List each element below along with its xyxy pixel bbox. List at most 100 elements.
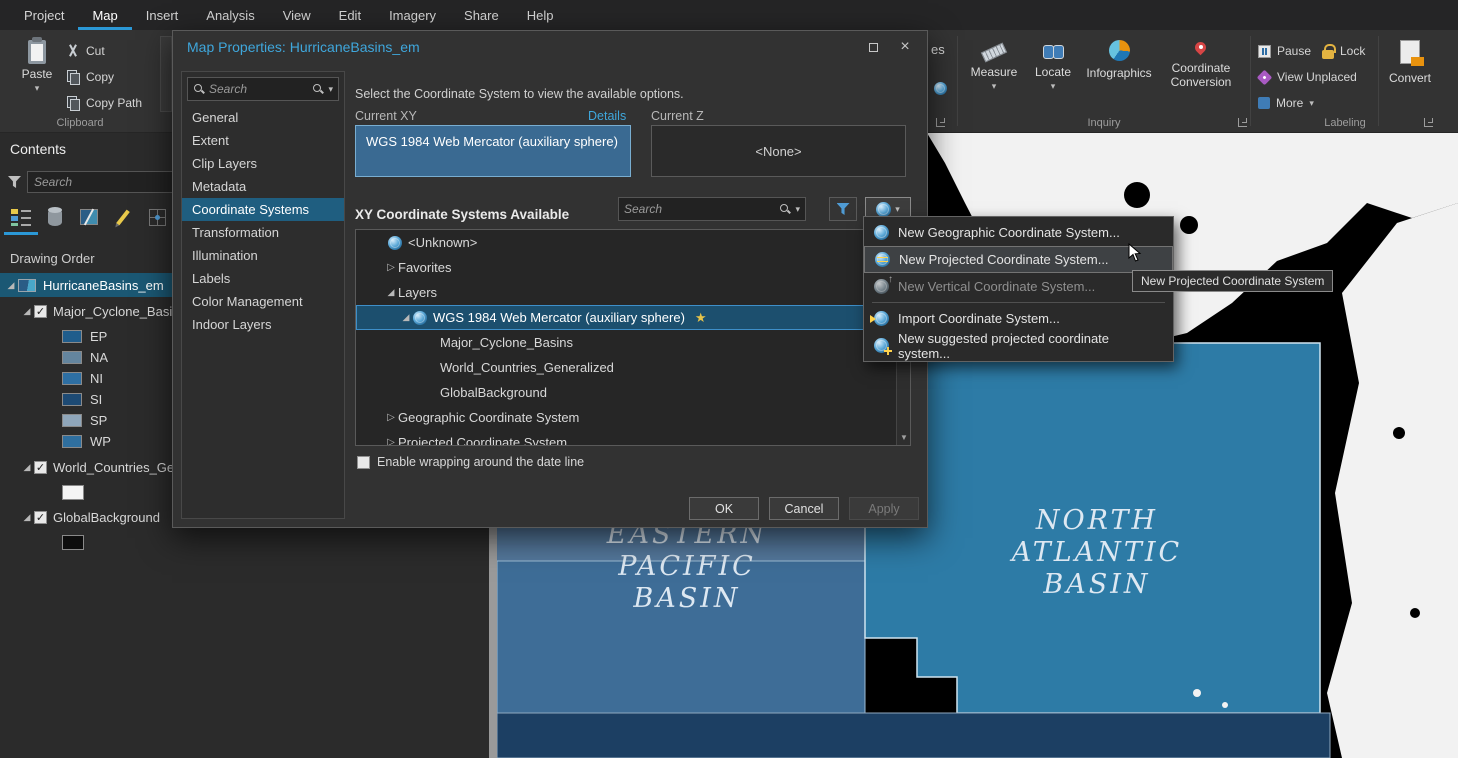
legend-swatch[interactable] [62, 392, 82, 406]
inquiry-launcher-icon[interactable] [1238, 118, 1247, 127]
menu-insert[interactable]: Insert [132, 0, 193, 30]
expanded-arrow-icon[interactable]: ◢ [20, 462, 34, 473]
view-unplaced-button[interactable]: View Unplaced [1256, 66, 1357, 88]
tab-list-by-data-source[interactable] [38, 199, 72, 235]
layer-checkbox[interactable]: ✓ [34, 460, 47, 474]
tree-item-geographic-cs[interactable]: ▷ Geographic Coordinate System [356, 405, 910, 430]
close-button[interactable]: × [891, 37, 919, 57]
collapsed-arrow-icon[interactable]: ▷ [384, 437, 398, 445]
maximize-button[interactable] [859, 37, 887, 57]
tree-item-major-cyclone-basins[interactable]: Major_Cyclone_Basins [356, 330, 910, 355]
infographics-button[interactable]: Infographics [1084, 36, 1154, 80]
legend-swatch[interactable] [62, 329, 82, 343]
locate-button[interactable]: Locate ▾ [1028, 36, 1078, 91]
tree-search-input[interactable] [624, 199, 776, 219]
tab-list-by-snapping[interactable] [140, 199, 174, 235]
pause-button[interactable]: Pause [1258, 40, 1311, 62]
tree-item-favorites[interactable]: ▷ Favorites [356, 255, 910, 280]
legend-item[interactable] [0, 530, 489, 554]
legend-swatch[interactable] [62, 413, 82, 427]
menu-new-geographic-cs[interactable]: New Geographic Coordinate System... [864, 219, 1173, 246]
collapsed-arrow-icon[interactable]: ▷ [384, 412, 398, 423]
expanded-arrow-icon[interactable]: ◢ [4, 280, 18, 291]
expanded-arrow-icon[interactable]: ◢ [384, 287, 398, 298]
nav-coordinate-systems[interactable]: Coordinate Systems [182, 198, 344, 221]
menu-share[interactable]: Share [450, 0, 513, 30]
nav-illumination[interactable]: Illumination [182, 244, 344, 267]
tree-item-global-background[interactable]: GlobalBackground [356, 380, 910, 405]
convert-button[interactable]: Convert [1385, 36, 1435, 85]
copy-button[interactable]: Copy [66, 66, 114, 88]
menu-map[interactable]: Map [78, 0, 131, 30]
tree-item-wgs-web-mercator[interactable]: ◢ WGS 1984 Web Mercator (auxiliary spher… [356, 305, 894, 330]
legend-swatch[interactable] [62, 350, 82, 364]
labeling-launcher-icon[interactable] [1424, 118, 1433, 127]
legend-swatch[interactable] [62, 434, 82, 448]
tree-item-world-countries[interactable]: World_Countries_Generalized [356, 355, 910, 380]
menu-view[interactable]: View [269, 0, 325, 30]
current-z-value[interactable]: <None> [651, 125, 906, 177]
tree-item-layers[interactable]: ◢ Layers [356, 280, 910, 305]
tab-list-by-drawing-order[interactable] [4, 199, 38, 235]
collapsed-arrow-icon[interactable]: ▷ [384, 262, 398, 273]
current-z-label: Current Z [651, 109, 704, 123]
menu-project[interactable]: Project [10, 0, 78, 30]
legend-swatch[interactable] [62, 371, 82, 385]
layer-checkbox[interactable]: ✓ [34, 304, 47, 318]
ok-button[interactable]: OK [689, 497, 759, 520]
tree-search[interactable]: ▾ [618, 197, 806, 221]
sidebar-search-input[interactable] [209, 79, 309, 99]
menu-new-suggested-cs[interactable]: New suggested projected coordinate syste… [864, 331, 1173, 361]
tab-list-by-editing[interactable] [106, 199, 140, 235]
vertical-globe-icon [874, 274, 893, 294]
measure-button[interactable]: Measure ▾ [964, 36, 1024, 91]
menu-analysis[interactable]: Analysis [192, 0, 268, 30]
nav-clip-layers[interactable]: Clip Layers [182, 152, 344, 175]
menu-new-vertical-cs[interactable]: New Vertical Coordinate System... [864, 273, 1173, 300]
expanded-arrow-icon[interactable]: ◢ [20, 306, 34, 317]
apply-button[interactable]: Apply [849, 497, 919, 520]
wrap-dateline-row: Enable wrapping around the date line [357, 455, 584, 469]
wrap-dateline-checkbox[interactable] [357, 455, 370, 469]
sidebar-search[interactable]: ▾ [187, 77, 339, 101]
nav-transformation[interactable]: Transformation [182, 221, 344, 244]
copy-path-button[interactable]: Copy Path [66, 92, 142, 114]
tree-item-unknown[interactable]: <Unknown> [356, 230, 910, 255]
filter-button[interactable] [829, 197, 857, 221]
tree-item-projected-cs[interactable]: ▷ Projected Coordinate System [356, 430, 910, 445]
lock-button[interactable]: Lock [1322, 40, 1365, 62]
nav-color-management[interactable]: Color Management [182, 290, 344, 313]
selection-icon [80, 209, 98, 225]
globe-icon [388, 235, 402, 250]
menu-new-projected-cs[interactable]: New Projected Coordinate System... [864, 246, 1173, 273]
expanded-arrow-icon[interactable]: ◢ [399, 312, 413, 323]
data-source-icon [48, 206, 62, 226]
scroll-down-icon[interactable]: ▼ [897, 431, 910, 445]
expanded-arrow-icon[interactable]: ◢ [20, 512, 34, 523]
menu-imagery[interactable]: Imagery [375, 0, 450, 30]
nav-general[interactable]: General [182, 106, 344, 129]
contents-panel-title: Contents [10, 141, 67, 157]
search-icon [193, 83, 205, 95]
legend-swatch[interactable] [62, 484, 84, 500]
group-launcher-icon[interactable] [936, 118, 945, 127]
more-button[interactable]: More ▾ [1258, 92, 1314, 114]
layer-checkbox[interactable]: ✓ [34, 510, 47, 524]
current-xy-value[interactable]: WGS 1984 Web Mercator (auxiliary sphere) [355, 125, 631, 177]
paste-button[interactable]: Paste ▾ [14, 36, 60, 93]
nav-labels[interactable]: Labels [182, 267, 344, 290]
menu-help[interactable]: Help [513, 0, 568, 30]
nav-metadata[interactable]: Metadata [182, 175, 344, 198]
favorite-star-icon[interactable]: ★ [695, 310, 707, 326]
coordinate-conversion-button[interactable]: Coordinate Conversion [1160, 36, 1242, 90]
nav-extent[interactable]: Extent [182, 129, 344, 152]
menu-import-cs[interactable]: Import Coordinate System... [864, 305, 1173, 332]
cut-button[interactable]: Cut [66, 40, 105, 62]
details-link[interactable]: Details [588, 109, 626, 123]
legend-swatch[interactable] [62, 534, 84, 550]
filter-icon[interactable] [8, 176, 21, 188]
cancel-button[interactable]: Cancel [769, 497, 839, 520]
nav-indoor-layers[interactable]: Indoor Layers [182, 313, 344, 336]
tab-list-by-selection[interactable] [72, 199, 106, 235]
menu-edit[interactable]: Edit [325, 0, 375, 30]
